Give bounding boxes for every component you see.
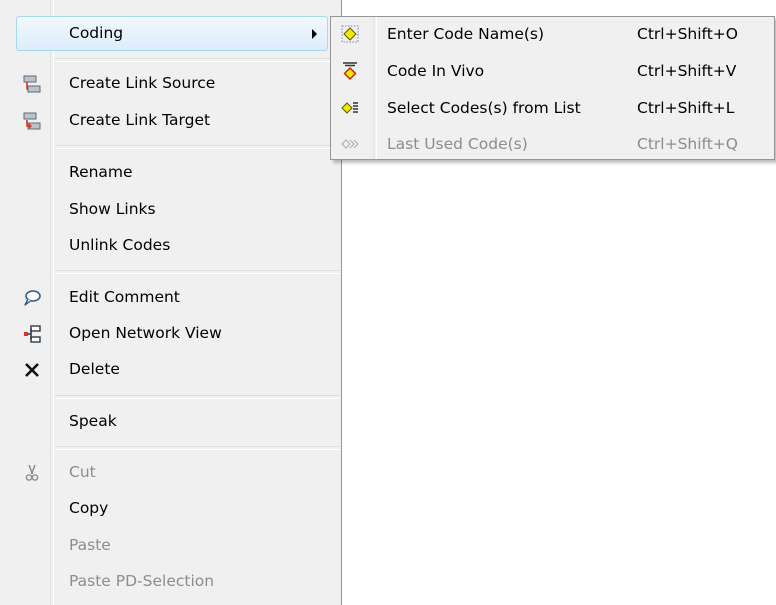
menu-item-edit-comment[interactable]: Edit Comment [0,282,340,312]
menu-item-create-link-target[interactable]: Create Link Target [0,105,340,135]
submenu-item-label: Enter Code Name(s) [387,25,545,43]
menu-item-label: Create Link Target [69,111,211,129]
submenu-item-label: Last Used Code(s) [387,135,528,153]
network-view-icon [24,325,41,343]
menu-item-show-links[interactable]: Show Links [0,194,340,224]
menu-item-cut[interactable]: Cut [0,457,340,487]
menu-separator [55,270,340,274]
menu-item-label: Cut [69,463,96,481]
menu-item-label: Paste PD-Selection [69,572,215,590]
menu-item-paste[interactable]: Paste [0,530,340,560]
coding-submenu: Enter Code Name(s) Ctrl+Shift+O Code In … [330,16,775,160]
menu-item-unlink-codes[interactable]: Unlink Codes [0,230,340,260]
menu-separator [55,145,340,149]
link-source-icon [23,75,41,93]
menu-item-label: Rename [69,163,133,181]
menu-item-label: Paste [69,536,111,554]
menu-item-speak[interactable]: Speak [0,406,340,436]
delete-x-icon [25,363,39,377]
code-in-vivo-icon [343,62,357,80]
enter-code-icon [341,25,359,43]
menu-item-copy[interactable]: Copy [0,493,340,523]
last-used-code-icon [341,139,359,149]
shortcut-text: Ctrl+Shift+V [637,62,737,80]
menu-separator [55,58,340,62]
menu-item-rename[interactable]: Rename [0,157,340,187]
submenu-item-enter-code-names[interactable]: Enter Code Name(s) Ctrl+Shift+O [331,19,774,50]
link-target-icon [23,112,41,130]
submenu-arrow-icon [312,29,317,39]
scissors-icon [25,464,39,481]
menu-item-label: Edit Comment [69,288,180,306]
shortcut-text: Ctrl+Shift+Q [637,135,738,153]
submenu-item-last-used-codes[interactable]: Last Used Code(s) Ctrl+Shift+Q [331,129,774,160]
menu-item-label: Unlink Codes [69,236,171,254]
menu-item-label: Create Link Source [69,74,216,92]
context-menu: Coding Create Link Source Create Link Ta… [0,0,342,605]
submenu-item-label: Select Codes(s) from List [387,99,581,117]
menu-item-coding[interactable]: Coding [0,18,340,48]
menu-item-create-link-source[interactable]: Create Link Source [0,68,340,98]
menu-separator [55,446,340,450]
shortcut-text: Ctrl+Shift+O [637,25,738,43]
menu-separator [55,395,340,399]
submenu-item-code-in-vivo[interactable]: Code In Vivo Ctrl+Shift+V [331,56,774,87]
submenu-item-select-codes-from-list[interactable]: Select Codes(s) from List Ctrl+Shift+L [331,93,774,124]
shortcut-text: Ctrl+Shift+L [637,99,735,117]
menu-item-label: Copy [69,499,109,517]
menu-item-label: Open Network View [69,324,222,342]
comment-bubble-icon [24,290,41,306]
menu-item-delete[interactable]: Delete [0,354,340,384]
menu-item-label: Delete [69,360,120,378]
menu-item-label: Speak [69,412,117,430]
menu-item-label: Coding [69,24,124,42]
submenu-item-label: Code In Vivo [387,62,485,80]
menu-item-label: Show Links [69,200,156,218]
menu-item-paste-pd-selection[interactable]: Paste PD-Selection [0,566,340,596]
code-from-list-icon [341,102,358,114]
menu-item-open-network-view[interactable]: Open Network View [0,318,340,348]
